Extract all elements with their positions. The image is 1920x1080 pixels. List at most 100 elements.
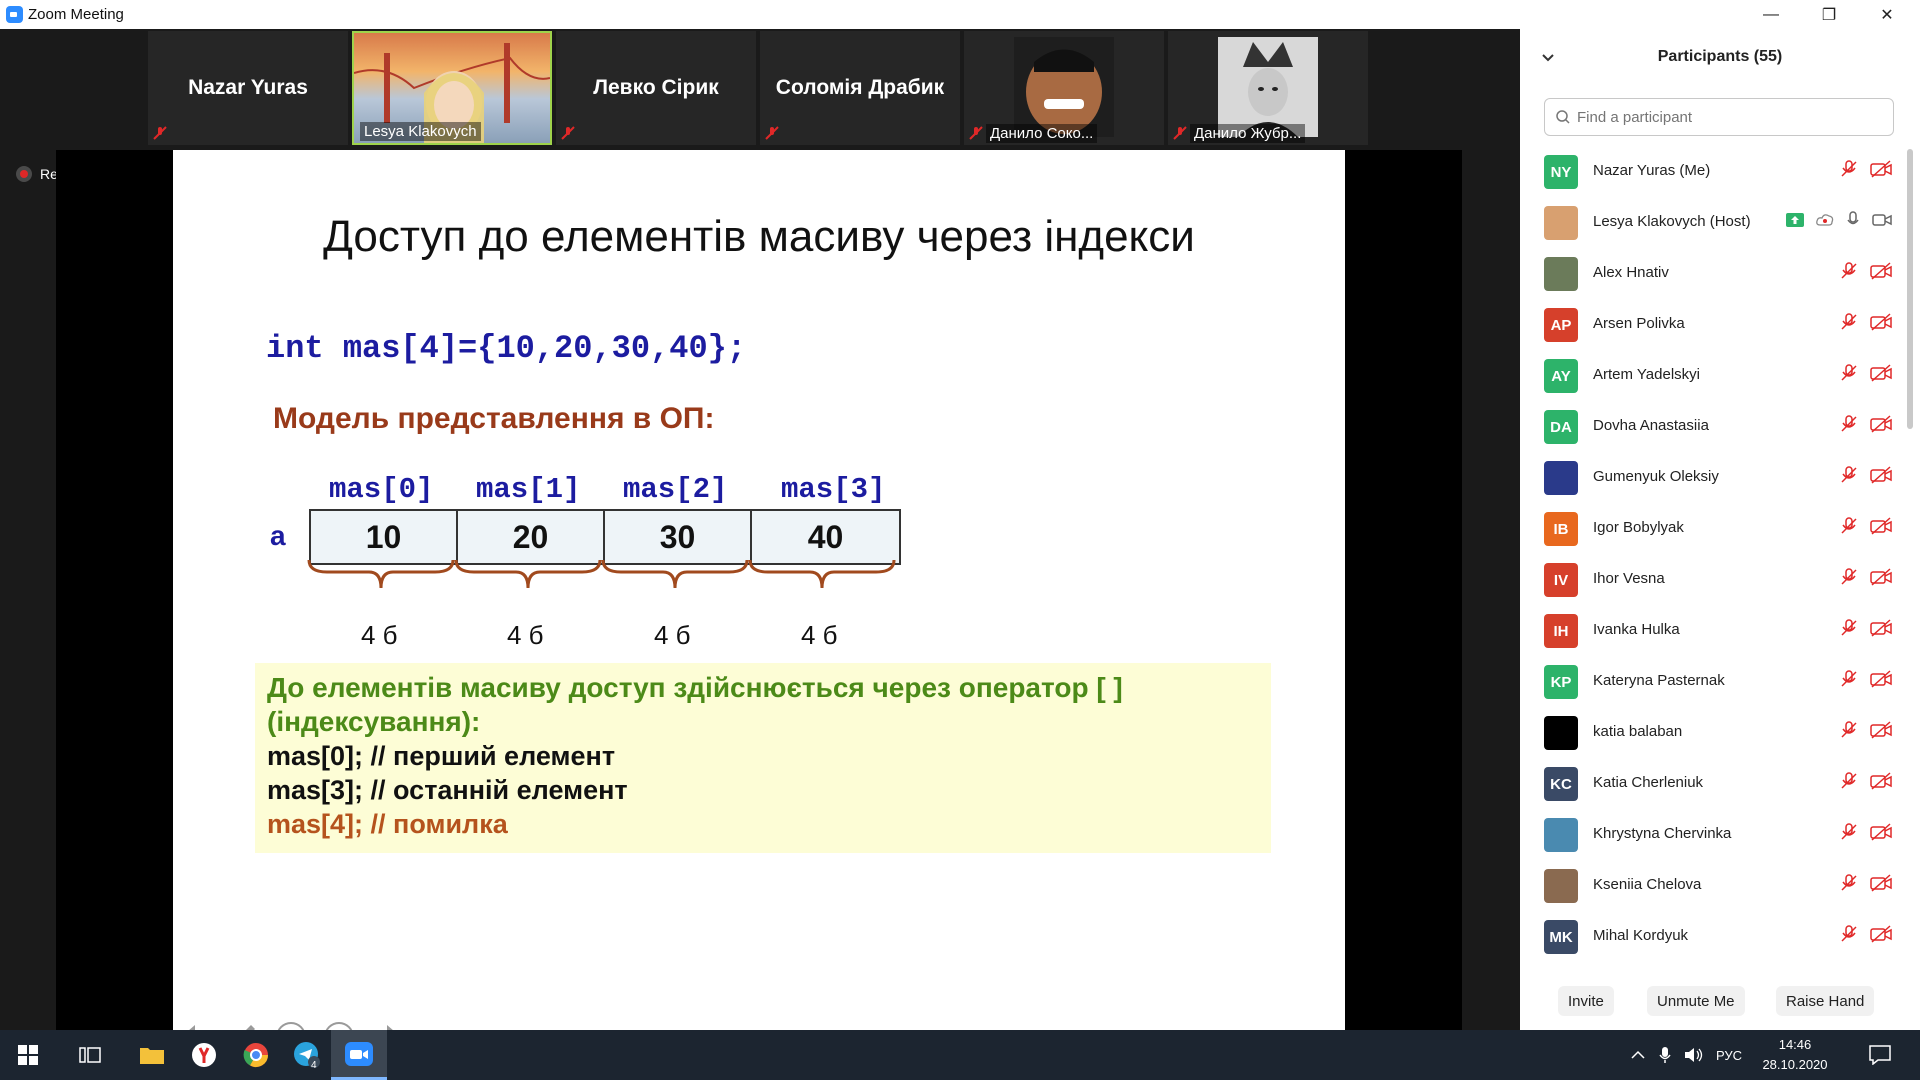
avatar: AP (1544, 308, 1578, 342)
participant-row[interactable]: KC Katia Cherleniuk (1520, 758, 1910, 809)
mic-muted-icon[interactable] (1840, 670, 1858, 693)
volume-icon[interactable] (1684, 1047, 1704, 1063)
mic-muted-icon[interactable] (1840, 517, 1858, 540)
camera-off-icon[interactable] (1870, 772, 1892, 795)
camera-off-icon[interactable] (1870, 517, 1892, 540)
unmute-me-button[interactable]: Unmute Me (1647, 986, 1745, 1016)
participant-row[interactable]: Lesya Klakovych (Host) (1520, 197, 1910, 248)
participant-row[interactable]: MK Mihal Kordyuk (1520, 911, 1910, 962)
video-tile[interactable]: Левко Сірик (556, 31, 756, 145)
participant-row[interactable]: KP Kateryna Pasternak (1520, 656, 1910, 707)
mic-muted-icon[interactable] (1840, 721, 1858, 744)
camera-off-icon[interactable] (1870, 619, 1892, 642)
telegram-button[interactable]: 4 (279, 1030, 335, 1080)
yandex-browser-button[interactable] (176, 1030, 232, 1080)
avatar: DA (1544, 410, 1578, 444)
avatar (1544, 257, 1578, 291)
mic-muted-icon[interactable] (1840, 568, 1858, 591)
camera-off-icon[interactable] (1870, 415, 1892, 438)
camera-off-icon[interactable] (1870, 262, 1892, 285)
mic-muted-icon[interactable] (1840, 925, 1858, 948)
participant-row[interactable]: Khrystyna Chervinka (1520, 809, 1910, 860)
participant-row[interactable]: Gumenyuk Oleksiy (1520, 452, 1910, 503)
zoom-icon (345, 1041, 373, 1066)
participant-name: Lesya Klakovych (360, 122, 481, 141)
file-explorer-button[interactable] (124, 1030, 180, 1080)
zoom-taskbar-button[interactable] (331, 1030, 387, 1080)
restore-button[interactable]: ❐ (1800, 0, 1858, 29)
camera-off-icon[interactable] (1870, 313, 1892, 336)
participant-row[interactable]: katia balaban (1520, 707, 1910, 758)
keyboard-language[interactable]: РУС (1716, 1048, 1742, 1063)
invite-button[interactable]: Invite (1558, 986, 1614, 1016)
mic-muted-icon[interactable] (1840, 313, 1858, 336)
camera-off-icon[interactable] (1870, 160, 1892, 183)
participant-status-icons (1840, 670, 1892, 693)
video-feed (1218, 37, 1318, 137)
video-tile[interactable]: Данило Соко... (964, 31, 1164, 145)
camera-off-icon[interactable] (1870, 364, 1892, 387)
participant-row[interactable]: AY Artem Yadelskyi (1520, 350, 1910, 401)
chevron-up-icon[interactable] (1630, 1050, 1646, 1060)
task-view-button[interactable] (62, 1030, 118, 1080)
scrollbar[interactable] (1907, 149, 1913, 429)
video-feed (1014, 37, 1114, 137)
participant-search[interactable] (1544, 98, 1894, 136)
note-line: mas[4]; // помилка (267, 809, 508, 839)
video-tile-active-speaker[interactable]: Lesya Klakovych (352, 31, 552, 145)
mic-muted-icon (561, 126, 575, 140)
camera-icon[interactable] (1872, 213, 1892, 232)
mic-muted-icon[interactable] (1840, 772, 1858, 795)
notifications-button[interactable] (1852, 1030, 1908, 1080)
participant-row[interactable]: IB Igor Bobylyak (1520, 503, 1910, 554)
camera-off-icon[interactable] (1870, 466, 1892, 489)
mic-muted-icon[interactable] (1840, 262, 1858, 285)
clock-date: 28.10.2020 (1762, 1057, 1828, 1072)
mic-muted-icon[interactable] (1840, 364, 1858, 387)
video-gallery: Nazar Yuras Lesya Klakovych Левко Сірик … (148, 29, 1576, 147)
meeting-area: Nazar Yuras Lesya Klakovych Левко Сірик … (0, 29, 1576, 1052)
mic-muted-icon[interactable] (1840, 874, 1858, 897)
participant-name: katia balaban (1593, 723, 1683, 740)
participant-row[interactable]: IV Ihor Vesna (1520, 554, 1910, 605)
camera-off-icon[interactable] (1870, 823, 1892, 846)
participant-row[interactable]: Alex Hnativ (1520, 248, 1910, 299)
camera-off-icon[interactable] (1870, 568, 1892, 591)
participant-row[interactable]: Kseniia Chelova (1520, 860, 1910, 911)
mic-muted-icon[interactable] (1840, 619, 1858, 642)
raise-hand-button[interactable]: Raise Hand (1776, 986, 1875, 1016)
camera-off-icon[interactable] (1870, 925, 1892, 948)
byte-size-label: 4 б (801, 620, 838, 650)
mic-muted-icon[interactable] (1840, 415, 1858, 438)
participant-name: Данило Соко... (986, 124, 1098, 143)
search-input[interactable] (1577, 108, 1877, 126)
participant-row[interactable]: IH Ivanka Hulka (1520, 605, 1910, 656)
participant-status-icons (1786, 211, 1892, 234)
participant-name: Nazar Yuras (188, 76, 308, 99)
participant-row[interactable]: AP Arsen Polivka (1520, 299, 1910, 350)
clock[interactable]: 14:46 28.10.2020 (1760, 1035, 1830, 1075)
mic-muted-icon[interactable] (1840, 466, 1858, 489)
participant-row[interactable]: NY Nazar Yuras (Me) (1520, 146, 1910, 197)
video-tile[interactable]: Данило Жубр... (1168, 31, 1368, 145)
camera-off-icon[interactable] (1870, 670, 1892, 693)
chrome-button[interactable] (228, 1030, 284, 1080)
note-line: mas[0]; // перший елемент (267, 741, 616, 771)
panel-title: Participants (55) (1657, 48, 1783, 65)
start-button[interactable] (0, 1030, 56, 1080)
minimize-button[interactable]: — (1742, 0, 1800, 29)
mic-muted-icon[interactable] (1840, 823, 1858, 846)
video-tile[interactable]: Соломія Драбик (760, 31, 960, 145)
code-line: int mas[4]={10,20,30,40}; (266, 330, 747, 367)
array-cell: 20 (458, 511, 605, 563)
camera-off-icon[interactable] (1870, 721, 1892, 744)
window-controls: — ❐ ✕ (1520, 0, 1920, 29)
microphone-icon[interactable] (1846, 211, 1860, 234)
video-tile[interactable]: Nazar Yuras (148, 31, 348, 145)
avatar: IH (1544, 614, 1578, 648)
mic-muted-icon[interactable] (1840, 160, 1858, 183)
close-button[interactable]: ✕ (1858, 0, 1916, 29)
participant-row[interactable]: DA Dovha Anastasiia (1520, 401, 1910, 452)
microphone-icon[interactable] (1658, 1046, 1672, 1064)
camera-off-icon[interactable] (1870, 874, 1892, 897)
